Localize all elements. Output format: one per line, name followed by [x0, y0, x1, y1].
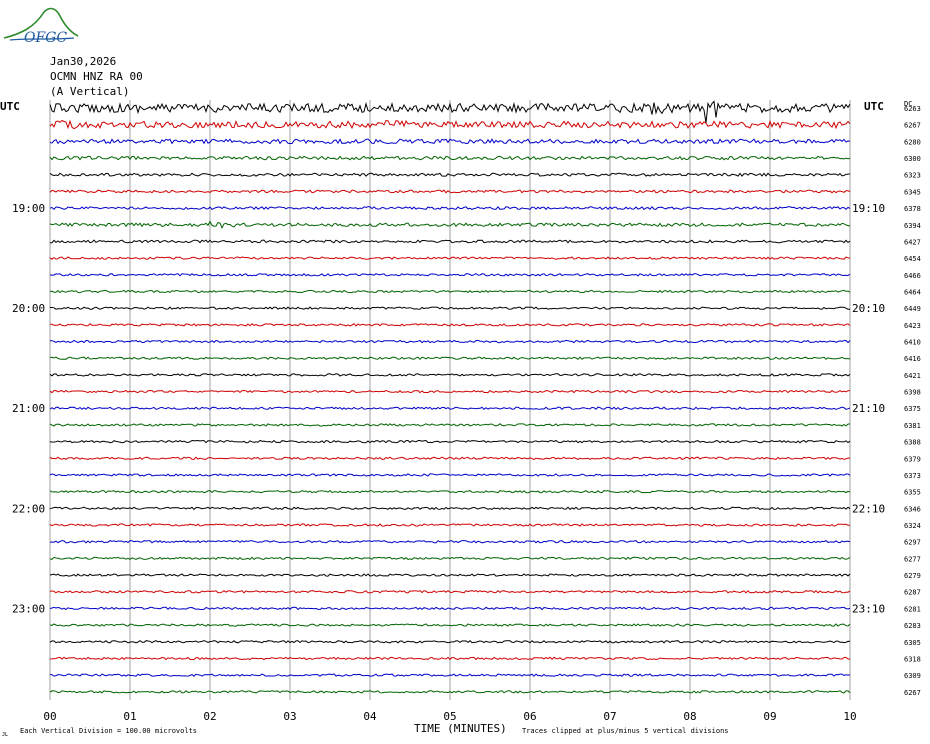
left-hour-label: 23:00: [12, 602, 45, 615]
right-hour-label: 19:10: [852, 202, 885, 215]
left-hour-label: 21:00: [12, 402, 45, 415]
dc-offset-value: 6449: [904, 305, 921, 313]
utc-right-label: UTC: [864, 100, 884, 113]
dc-offset-value: 6267: [904, 689, 921, 697]
dc-offset-value: 6375: [904, 405, 921, 413]
utc-left-label: UTC: [0, 100, 20, 113]
x-tick-label: 00: [43, 710, 56, 723]
clip-note: Traces clipped at plus/minus 5 vertical …: [522, 727, 729, 735]
dc-offset-value: 6287: [904, 589, 921, 597]
dc-offset-value: 6346: [904, 505, 921, 513]
dc-offset-value: 6267: [904, 122, 921, 130]
right-hour-label: 20:10: [852, 302, 885, 315]
dc-offset-value: 6280: [904, 138, 921, 146]
dc-offset-value: 6381: [904, 422, 921, 430]
dc-header-label: DC: [904, 100, 912, 108]
left-hour-labels: 19:00 20:00 21:00 22:00 23:00: [12, 202, 45, 615]
dc-offset-value: 6394: [904, 222, 921, 230]
dc-offset-value: 6423: [904, 322, 921, 330]
left-hour-label: 19:00: [12, 202, 45, 215]
x-tick-label: 04: [363, 710, 377, 723]
dc-offset-value: 6464: [904, 288, 921, 296]
dc-offset-value: 6300: [904, 155, 921, 163]
dc-offset-value: 6398: [904, 389, 921, 397]
dc-offset-value: 6305: [904, 639, 921, 647]
dc-offset-value: 6388: [904, 439, 921, 447]
x-tick-label: 01: [123, 710, 136, 723]
dc-offset-value: 6427: [904, 238, 921, 246]
dc-offset-value: 6355: [904, 489, 921, 497]
dc-offset-value: 6373: [904, 472, 921, 480]
dc-offset-value: 6297: [904, 539, 921, 547]
dc-offset-value: 6318: [904, 655, 921, 663]
x-tick-label: 03: [283, 710, 296, 723]
corner-mark: JL: [2, 732, 8, 738]
scale-note: Each Vertical Division = 100.00 microvol…: [20, 727, 197, 735]
dc-offset-value: 6277: [904, 555, 921, 563]
dc-offset-value: 6410: [904, 339, 921, 347]
left-hour-label: 20:00: [12, 302, 45, 315]
dc-offset-value: 6281: [904, 605, 921, 613]
x-tick-label: 06: [523, 710, 536, 723]
dc-offset-value: 6309: [904, 672, 921, 680]
left-hour-label: 22:00: [12, 502, 45, 515]
x-tick-label: 07: [603, 710, 616, 723]
x-axis-label: TIME (MINUTES): [414, 722, 507, 735]
x-tick-label: 10: [843, 710, 856, 723]
x-tick-label: 08: [683, 710, 696, 723]
dc-offset-labels: 6263626762806300632363456378639464276454…: [904, 105, 921, 697]
dc-offset-value: 6454: [904, 255, 921, 263]
right-hour-label: 23:10: [852, 602, 885, 615]
x-tick-label: 09: [763, 710, 776, 723]
right-hour-label: 22:10: [852, 502, 885, 515]
dc-offset-value: 6416: [904, 355, 921, 363]
dc-offset-value: 6421: [904, 372, 921, 380]
helicorder-plot: 00 01 02 03 04 05 06 07 08 09 10 19:0020:0021:0022…: [0, 100, 921, 738]
dc-offset-value: 6379: [904, 455, 921, 463]
dc-offset-value: 6279: [904, 572, 921, 580]
dc-offset-value: 6283: [904, 622, 921, 630]
right-hour-labels: 19:10 20:10 21:10 22:10 23:10: [852, 202, 885, 615]
dc-offset-value: 6324: [904, 522, 921, 530]
dc-offset-value: 6345: [904, 188, 921, 196]
x-tick-label: 02: [203, 710, 216, 723]
right-hour-label: 21:10: [852, 402, 885, 415]
dc-offset-value: 6466: [904, 272, 921, 280]
dc-offset-value: 6323: [904, 172, 921, 180]
dc-offset-value: 6378: [904, 205, 921, 213]
